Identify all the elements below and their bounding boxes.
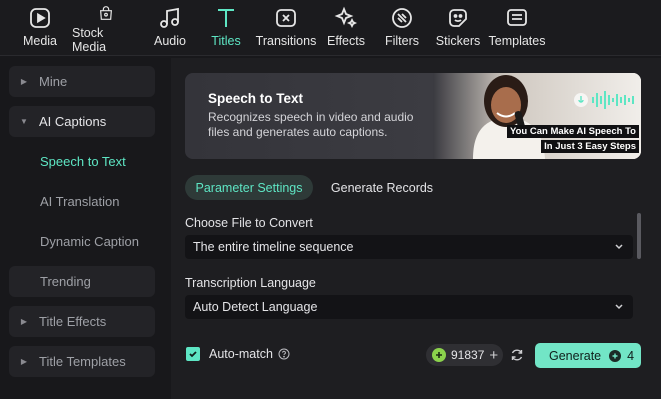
sidebar-item-mine[interactable]: ▶ Mine <box>9 66 155 97</box>
generate-label: Generate <box>549 348 602 363</box>
sidebar-item-dynamic-caption[interactable]: Dynamic Caption <box>9 226 155 257</box>
toolbar-label-audio: Audio <box>154 34 186 48</box>
plus-icon <box>436 352 442 358</box>
sidebar-item-label: Title Templates <box>39 354 126 369</box>
text-t-icon <box>218 9 234 27</box>
transcription-language-select[interactable]: Auto Detect Language <box>185 295 633 319</box>
toolbar-stickers[interactable]: Stickers <box>435 6 481 54</box>
chevron-down-icon: ▼ <box>20 117 28 126</box>
toolbar-label-transitions: Transitions <box>255 34 317 48</box>
speech-to-text-banner[interactable]: Speech to Text Recognizes speech in vide… <box>185 73 641 159</box>
sidebar-item-ai-captions[interactable]: ▼ AI Captions <box>9 106 155 137</box>
toolbar-label-media: Media <box>22 34 58 48</box>
toolbar-titles[interactable]: Titles <box>208 6 244 54</box>
checkmark-icon <box>189 351 197 358</box>
toolbar-label-filters: Filters <box>384 34 420 48</box>
sidebar-item-label: Dynamic Caption <box>40 234 139 249</box>
toolbar-label-titles: Titles <box>211 34 241 48</box>
sidebar-item-label: Trending <box>40 274 91 289</box>
credit-coin-icon <box>432 348 446 362</box>
sidebar-item-ai-translation[interactable]: AI Translation <box>9 186 155 217</box>
top-toolbar: Media Stock Media Audio Titles Transitio… <box>0 0 661 56</box>
chevron-down-icon <box>615 244 623 250</box>
tab-generate-records[interactable]: Generate Records <box>324 175 440 200</box>
toolbar-label-stickers: Stickers <box>435 34 481 48</box>
generate-cost: 4 <box>627 348 635 363</box>
chevron-down-icon <box>615 304 623 310</box>
banner-description: Recognizes speech in video and audio fil… <box>208 110 414 139</box>
sidebar-item-label: Speech to Text <box>40 154 126 169</box>
banner-caption-line1: You Can Make AI Speech To <box>507 125 639 138</box>
sticker-icon <box>449 9 467 27</box>
add-credits-icon[interactable]: + <box>489 347 498 364</box>
scrollbar[interactable] <box>637 213 641 259</box>
toolbar-label-stock-media: Stock Media <box>72 26 107 54</box>
sidebar-item-label: Mine <box>39 74 68 89</box>
credits-badge[interactable]: 91837 + <box>426 344 503 366</box>
file-to-convert-label: Choose File to Convert <box>185 216 313 230</box>
sidebar-item-label: AI Captions <box>39 114 107 129</box>
banner-title: Speech to Text <box>208 91 304 106</box>
file-to-convert-select[interactable]: The entire timeline sequence <box>185 235 633 259</box>
sidebar-item-title-templates[interactable]: ▶ Title Templates <box>9 346 155 377</box>
sidebar-item-trending[interactable]: Trending <box>9 266 155 297</box>
sidebar-item-label: Title Effects <box>39 314 107 329</box>
stock-media-icon <box>100 6 112 20</box>
toolbar-media[interactable]: Media <box>22 6 58 54</box>
chevron-right-icon: ▶ <box>20 77 28 86</box>
tab-parameter-settings[interactable]: Parameter Settings <box>185 175 313 200</box>
media-icon <box>30 8 50 28</box>
toolbar-transitions[interactable]: Transitions <box>255 6 317 54</box>
credit-coin-icon <box>609 349 622 362</box>
chevron-right-icon: ▶ <box>20 317 28 326</box>
sidebar: ▶ Mine ▼ AI Captions Speech to Text AI T… <box>9 60 169 392</box>
music-note-icon <box>160 7 179 28</box>
transcription-language-label: Transcription Language <box>185 276 316 290</box>
plus-icon <box>612 353 618 358</box>
transitions-icon <box>276 9 296 27</box>
filters-icon <box>392 8 412 28</box>
auto-match-label: Auto-match <box>209 347 273 361</box>
sidebar-item-speech-to-text[interactable]: Speech to Text <box>9 146 155 177</box>
toolbar-effects[interactable]: Effects <box>327 6 365 54</box>
templates-icon <box>507 9 527 26</box>
toolbar-filters[interactable]: Filters <box>384 6 420 54</box>
toolbar-stock-media[interactable]: Stock Media <box>72 6 140 54</box>
toolbar-label-effects: Effects <box>327 34 365 48</box>
toolbar-templates[interactable]: Templates <box>488 6 546 54</box>
file-to-convert-value: The entire timeline sequence <box>193 240 354 254</box>
sidebar-item-label: AI Translation <box>40 194 120 209</box>
banner-caption-line2: In Just 3 Easy Steps <box>541 140 639 153</box>
toolbar-label-templates: Templates <box>488 34 546 48</box>
credits-count: 91837 <box>451 348 485 362</box>
transcription-language-value: Auto Detect Language <box>193 300 318 314</box>
chevron-right-icon: ▶ <box>20 357 28 366</box>
help-icon[interactable] <box>278 348 290 360</box>
effects-sparkle-icon <box>334 6 358 29</box>
toolbar-audio[interactable]: Audio <box>152 6 188 54</box>
refresh-icon[interactable] <box>510 348 524 362</box>
sidebar-item-title-effects[interactable]: ▶ Title Effects <box>9 306 155 337</box>
generate-button[interactable]: Generate 4 <box>535 343 641 368</box>
auto-match-checkbox[interactable] <box>186 347 200 361</box>
